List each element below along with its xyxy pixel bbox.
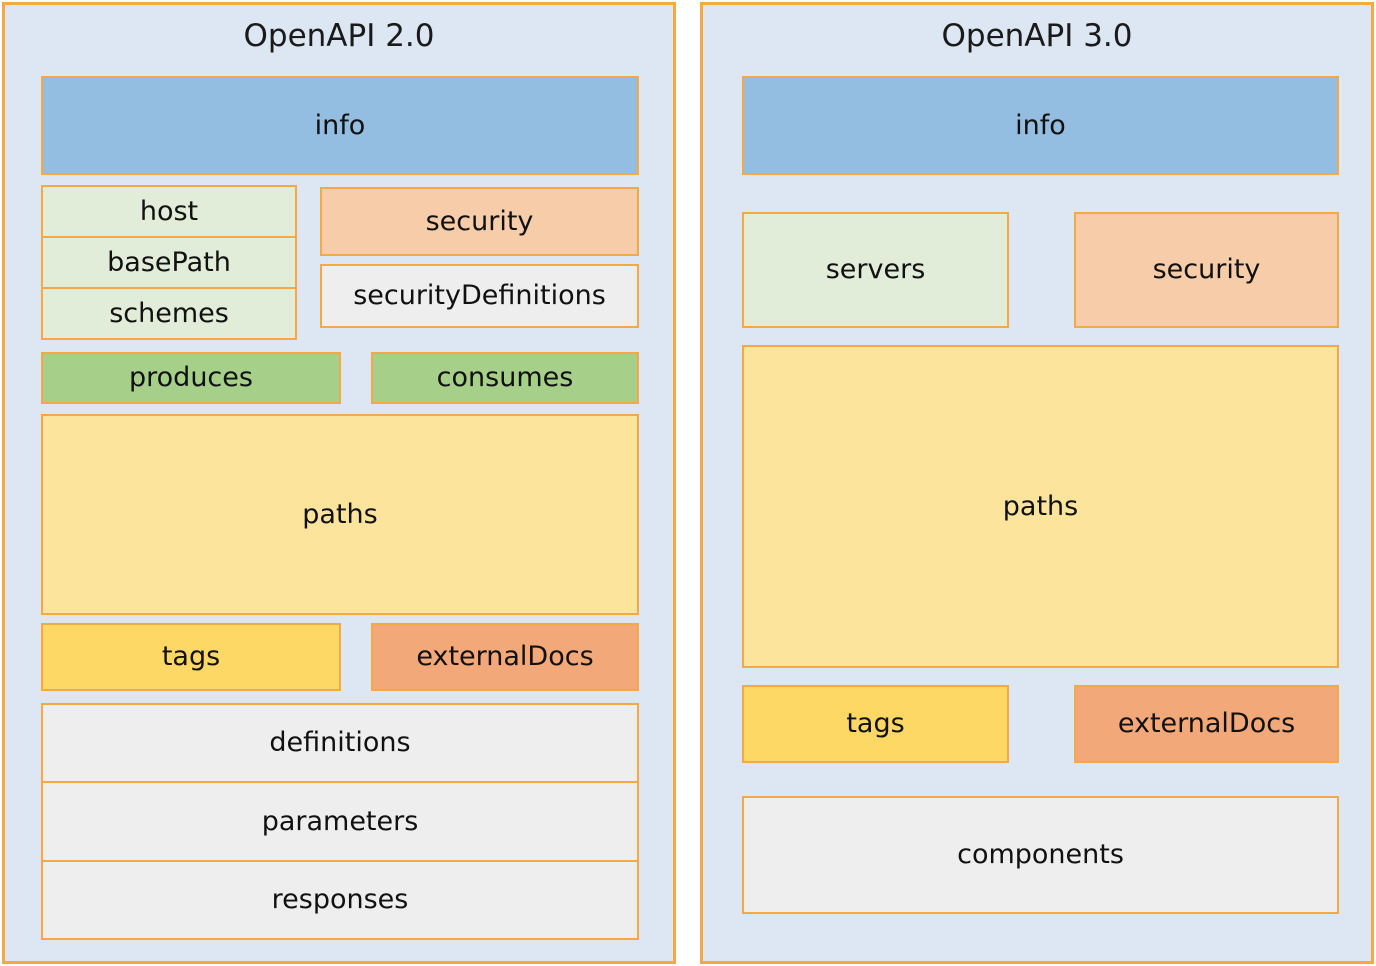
box-label-tags-v2: tags [161, 641, 221, 673]
box-label-schemes-v2: schemes [109, 297, 229, 329]
box-label-tags-v3: tags [846, 708, 905, 740]
box-tags-v3: tags [742, 685, 1009, 763]
box-label-security-v2: security [425, 205, 534, 237]
box-label-components-v3: components [957, 839, 1124, 871]
panel-openapi-2: OpenAPI 2.0 info host basePath schemes s… [2, 2, 676, 964]
panel-title-openapi-3: OpenAPI 3.0 [941, 18, 1133, 54]
box-components-v3: components [742, 796, 1339, 914]
panel-openapi-3: OpenAPI 3.0 info servers security paths … [700, 2, 1374, 964]
box-label-parameters-v2: parameters [261, 805, 419, 837]
box-host-v2: host [41, 185, 297, 237]
panel-title-openapi-2: OpenAPI 2.0 [243, 18, 435, 54]
box-label-servers-v3: servers [825, 254, 926, 286]
box-label-paths-v3: paths [1002, 490, 1079, 522]
box-external-docs-v3: externalDocs [1074, 685, 1339, 763]
box-label-info-v3: info [1015, 109, 1066, 141]
box-label-responses-v2: responses [271, 884, 409, 916]
box-label-basepath-v2: basePath [107, 246, 231, 278]
box-definitions-v2: definitions [41, 703, 639, 782]
box-label-paths-v2: paths [302, 498, 378, 530]
box-security-definitions-v2: securityDefinitions [320, 264, 639, 328]
box-security-v3: security [1074, 212, 1339, 328]
box-parameters-v2: parameters [41, 782, 639, 861]
box-label-security-definitions-v2: securityDefinitions [353, 280, 606, 312]
box-label-consumes-v2: consumes [436, 362, 574, 394]
box-external-docs-v2: externalDocs [371, 623, 639, 691]
box-label-produces-v2: produces [129, 362, 253, 394]
box-label-definitions-v2: definitions [269, 727, 411, 759]
box-info-v3: info [742, 76, 1339, 175]
box-paths-v3: paths [742, 345, 1339, 668]
box-consumes-v2: consumes [371, 352, 639, 404]
box-responses-v2: responses [41, 861, 639, 940]
box-servers-v3: servers [742, 212, 1009, 328]
box-label-host-v2: host [139, 195, 199, 227]
box-label-external-docs-v2: externalDocs [416, 641, 594, 673]
box-info-v2: info [41, 76, 639, 175]
box-tags-v2: tags [41, 623, 341, 691]
box-schemes-v2: schemes [41, 288, 297, 340]
box-basepath-v2: basePath [41, 237, 297, 288]
box-security-v2: security [320, 187, 639, 256]
box-produces-v2: produces [41, 352, 341, 404]
box-label-info-v2: info [314, 109, 366, 141]
box-label-security-v3: security [1152, 254, 1261, 286]
openapi-version-comparison-diagram: OpenAPI 2.0 info host basePath schemes s… [0, 0, 1376, 966]
box-label-external-docs-v3: externalDocs [1117, 708, 1296, 740]
box-paths-v2: paths [41, 414, 639, 615]
